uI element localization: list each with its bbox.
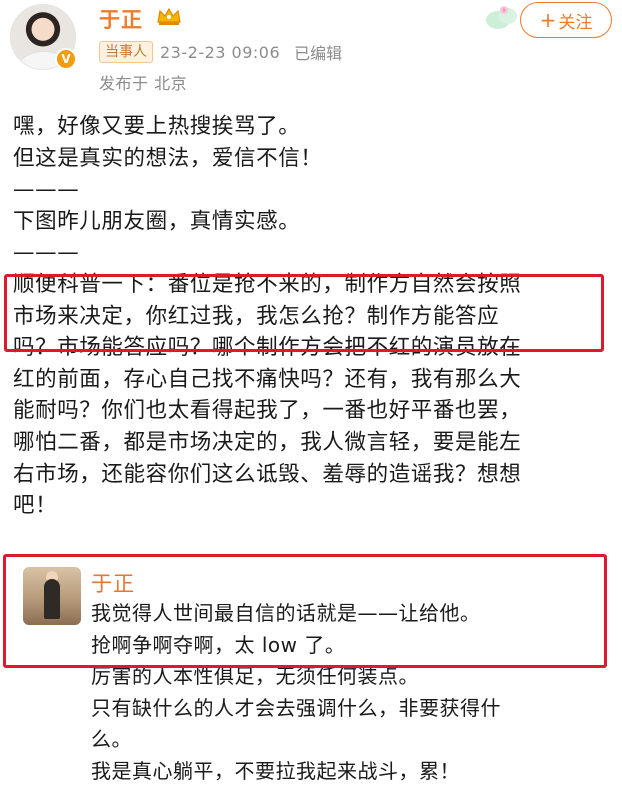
follow-button[interactable]: + 关注	[520, 2, 612, 38]
decoration-icon	[486, 6, 517, 29]
post-line: 市场来决定，你红过我，我怎么抢？制作方能答应	[13, 303, 500, 329]
quote-line: 我是真心躺平，不要拉我起来战斗，累！	[91, 758, 460, 783]
post-divider: ———	[13, 240, 80, 266]
post-location: 发布于 北京	[99, 74, 188, 93]
crown-icon	[157, 7, 181, 25]
quote-text: 我觉得人世间最自信的话就是——让给他。 抢啊争啊夺啊，太 low 了。 厉害的人…	[91, 598, 501, 787]
post-header: V 于正 当事人 23-2-23 09:06 已编辑 发布于 北京 + 关注	[0, 0, 622, 100]
post-line: 顺便科普一下：番位是抢不来的，制作方自然会按照	[13, 271, 522, 297]
quote-line: 抢啊争啊夺啊，太 low 了。	[91, 632, 346, 657]
post-body: 嘿，好像又要上热搜挨骂了。 但这是真实的想法，爱信不信！ ——— 下图昨儿朋友圈…	[13, 111, 613, 522]
post-timestamp: 23-2-23 09:06	[160, 42, 281, 62]
username[interactable]: 于正	[99, 4, 143, 34]
plus-icon: +	[539, 8, 557, 32]
follow-label: 关注	[558, 12, 593, 33]
post-line: 能耐吗？你们也太看得起我了，一番也好平番也罢，	[13, 398, 522, 424]
avatar-figure	[44, 579, 60, 619]
edited-label[interactable]: 已编辑	[294, 40, 342, 64]
quote-line: 只有缺什么的人才会去强调什么，非要获得什	[91, 695, 501, 720]
post-line: 哪怕二番，都是市场决定的，我人微言轻，要是能左	[13, 429, 522, 455]
post-line: 下图昨儿朋友圈，真情实感。	[13, 208, 301, 234]
quote-line: 厉害的人本性俱足，无须任何装点。	[91, 664, 419, 688]
meta-line: 当事人 23-2-23 09:06 已编辑	[99, 40, 342, 64]
post-line: 嘿，好像又要上热搜挨骂了。	[13, 114, 301, 139]
post-line: 但这是真实的想法，爱信不信！	[13, 145, 323, 171]
quote-line: 我觉得人世间最自信的话就是——让给他。	[91, 601, 481, 625]
status-badge: 当事人	[99, 41, 153, 63]
post-line: 吗？市场能答应吗？哪个制作方会把不红的演员放在	[13, 335, 522, 361]
quote-username[interactable]: 于正	[91, 568, 135, 598]
post-line: 右市场，还能容你们这么诋毁、羞辱的造谣我？想想	[13, 461, 522, 487]
verified-v-icon: V	[55, 48, 77, 70]
post-line: 吧！	[13, 493, 58, 519]
post-line: 红的前面，存心自己找不痛快吗？还有，我有那么大	[13, 366, 522, 392]
post-divider: ———	[13, 177, 80, 203]
quote-line: 么。	[91, 727, 132, 751]
quote-avatar[interactable]	[23, 567, 81, 625]
